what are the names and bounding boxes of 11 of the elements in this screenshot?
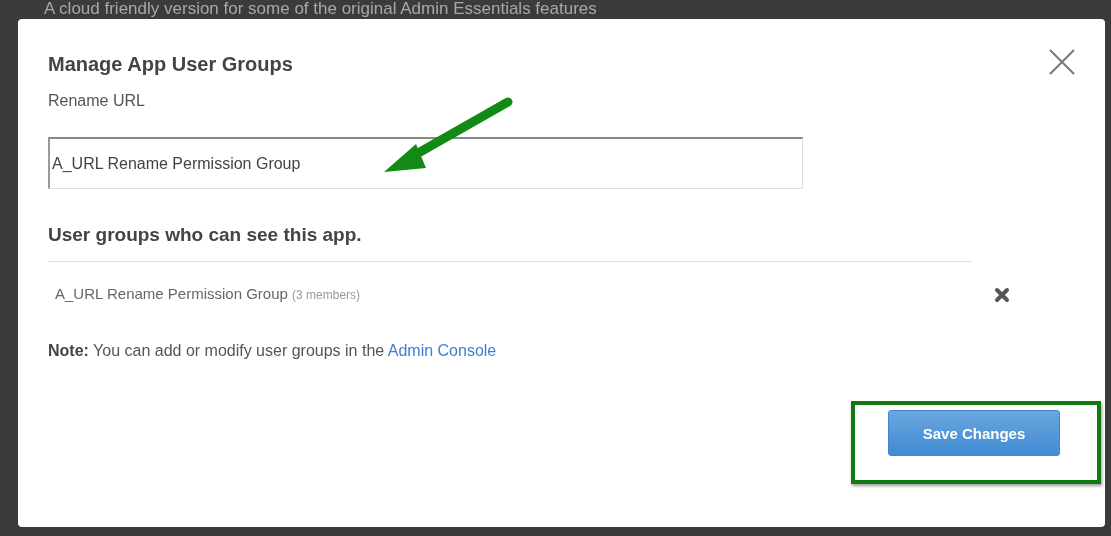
- save-changes-button[interactable]: Save Changes: [888, 410, 1060, 456]
- rename-url-field[interactable]: A_URL Rename Permission Group: [48, 137, 803, 189]
- remove-icon[interactable]: [994, 286, 1010, 303]
- close-button[interactable]: [1049, 49, 1075, 75]
- field-label: Rename URL: [48, 91, 146, 111]
- note-text: Note: You can add or modify user groups in the Admin Console: [48, 341, 498, 361]
- dialog-title: Manage App User Groups: [48, 52, 293, 77]
- section-heading: User groups who can see this app.: [48, 223, 363, 247]
- group-name: A_URL Rename Permission Group (3 members): [55, 284, 361, 304]
- admin-console-link[interactable]: Admin Console: [387, 342, 497, 359]
- background-text: A cloud friendly version for some of the original Admin Essentials features: [44, 0, 597, 17]
